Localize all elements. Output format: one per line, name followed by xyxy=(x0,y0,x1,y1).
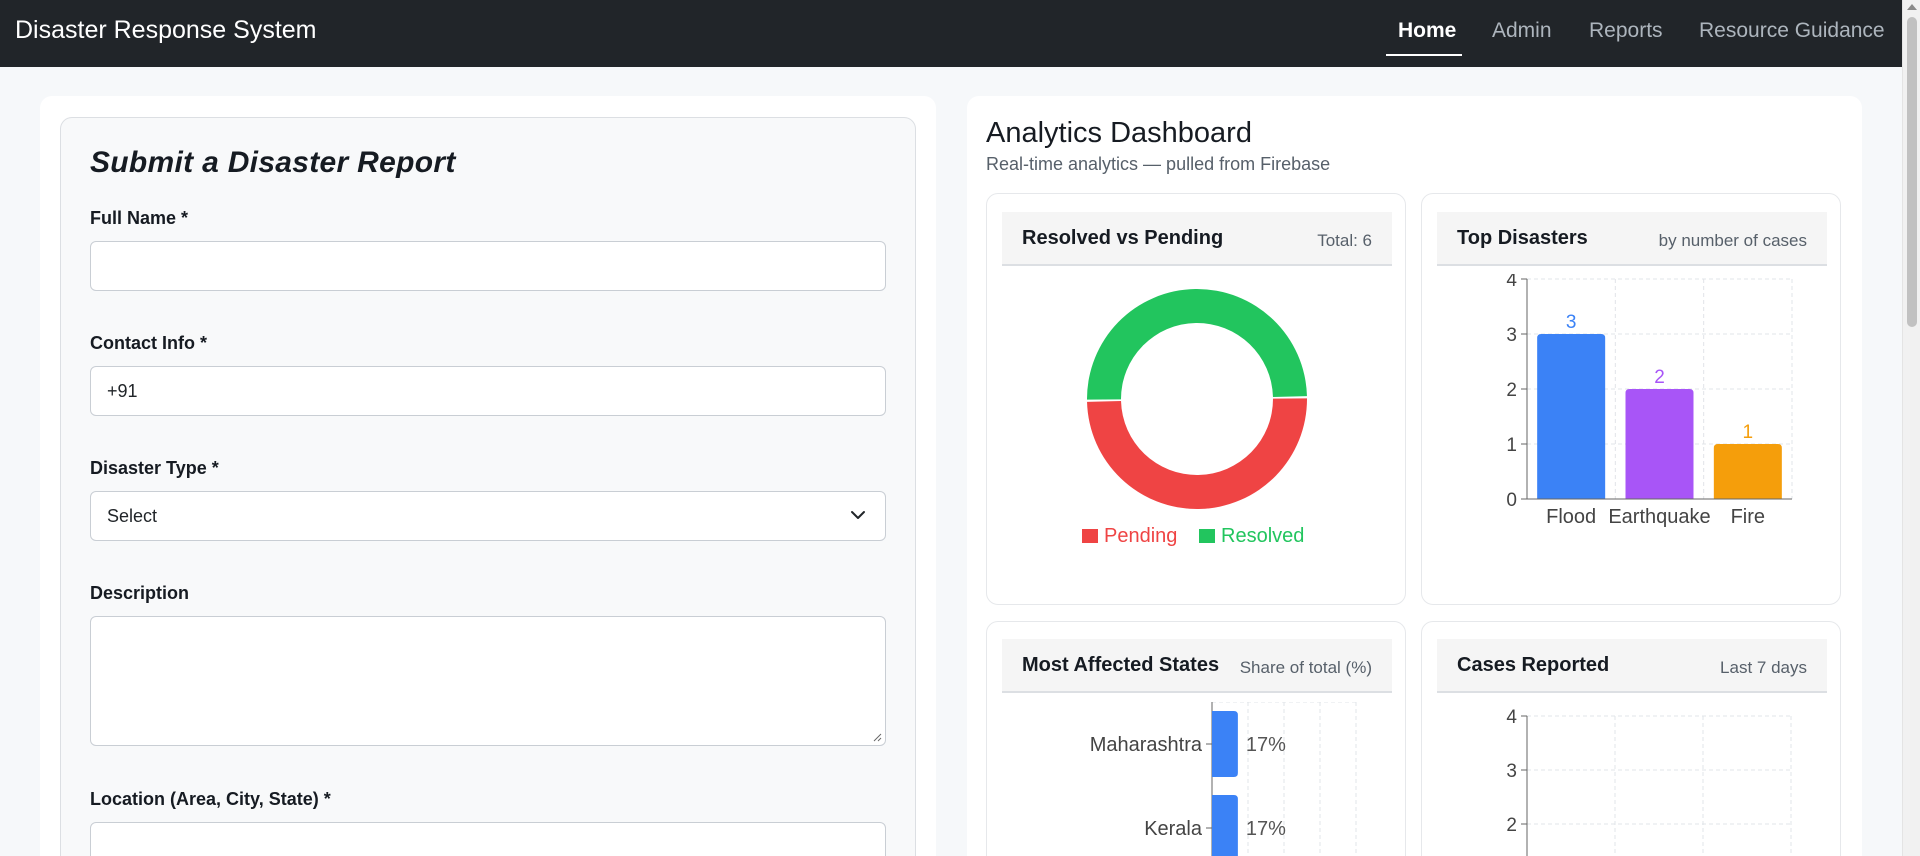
resize-grip-icon[interactable] xyxy=(873,733,882,742)
scroll-up-icon[interactable] xyxy=(1907,4,1917,10)
resolved-pending-card: Resolved vs Pending Total: 6 Pending Reso… xyxy=(986,193,1406,605)
bar-maharashtra xyxy=(1212,711,1238,777)
top-disasters-subtitle: by number of cases xyxy=(1658,231,1807,250)
tick-label-y-1: 1 xyxy=(1506,435,1517,456)
full-name-label: Full Name * xyxy=(90,208,189,228)
resolved-pending-header: Resolved vs Pending Total: 6 xyxy=(1002,212,1392,266)
donut-slice-resolved xyxy=(1087,289,1307,400)
bar-earthquake xyxy=(1625,389,1694,499)
bar-fire xyxy=(1713,444,1782,499)
nav-link-resource-guidance[interactable]: Resource Guidance xyxy=(1699,19,1885,43)
data-label-kerala: 17% xyxy=(1246,818,1286,840)
tick-label-y-0: 0 xyxy=(1506,490,1517,511)
affected-states-header: Most Affected States Share of total (%) xyxy=(1002,639,1392,693)
data-label-maharashtra: 17% xyxy=(1246,734,1286,756)
legend-label-resolved: Resolved xyxy=(1221,525,1304,547)
dashboard-title: Analytics Dashboard xyxy=(986,117,1252,149)
tick-label-y-4: 4 xyxy=(1506,707,1517,728)
cases-reported-header: Cases Reported Last 7 days xyxy=(1437,639,1827,693)
data-label-earthquake: 2 xyxy=(1654,367,1665,388)
full-name-input[interactable] xyxy=(90,241,886,291)
donut-slice-pending xyxy=(1087,398,1307,509)
cases-reported-line-chart: 4 3 2 xyxy=(1506,707,1792,856)
legend-swatch-resolved xyxy=(1199,529,1215,543)
legend-swatch-pending xyxy=(1082,529,1098,543)
resolved-pending-total: Total: 6 xyxy=(1317,231,1372,250)
contact-info-label: Contact Info * xyxy=(90,333,207,353)
tick-label-y-kerala: Kerala xyxy=(1144,818,1203,840)
bar-kerala xyxy=(1212,795,1238,856)
dashboard-subtitle: Real-time analytics — pulled from Fireba… xyxy=(986,154,1331,174)
chevron-down-icon xyxy=(851,511,865,519)
nav-active-indicator xyxy=(1386,54,1462,56)
resolved-pending-title: Resolved vs Pending xyxy=(1022,227,1224,249)
page-scrollbar[interactable] xyxy=(1902,0,1920,856)
bar-flood xyxy=(1537,334,1606,499)
tick-label-y-4: 4 xyxy=(1506,274,1517,291)
tick-label-y-2: 2 xyxy=(1506,815,1517,836)
scrollbar-thumb[interactable] xyxy=(1907,17,1917,327)
data-label-fire: 1 xyxy=(1743,422,1754,443)
top-disasters-bar-chart: 0 1 2 3 4 3 Flood 2 Earthquake 1 Fire xyxy=(1506,274,1793,528)
top-disasters-header: Top Disasters by number of cases xyxy=(1437,212,1827,266)
brand-title[interactable]: Disaster Response System xyxy=(15,16,317,45)
cases-reported-subtitle: Last 7 days xyxy=(1720,658,1807,677)
tick-label-y-2: 2 xyxy=(1506,380,1517,401)
disaster-type-selected-value: Select xyxy=(107,506,158,526)
contact-info-input[interactable]: +91 xyxy=(90,366,886,416)
tick-label-y-3: 3 xyxy=(1506,761,1517,782)
resolved-pending-donut-chart: Pending Resolved xyxy=(1082,289,1307,547)
nav-link-home[interactable]: Home xyxy=(1398,19,1456,43)
data-label-flood: 3 xyxy=(1566,312,1577,333)
tick-label-x-fire: Fire xyxy=(1731,506,1765,528)
tick-label-y-maharashtra: Maharashtra xyxy=(1090,734,1203,756)
description-textarea[interactable] xyxy=(90,616,886,746)
nav-link-reports[interactable]: Reports xyxy=(1589,19,1663,43)
affected-states-card: Most Affected States Share of total (%) … xyxy=(986,621,1406,856)
legend-label-pending: Pending xyxy=(1104,525,1177,547)
affected-states-subtitle: Share of total (%) xyxy=(1239,658,1372,677)
tick-label-y-3: 3 xyxy=(1506,325,1517,346)
tick-label-x-flood: Flood xyxy=(1546,506,1596,528)
affected-states-hbar-chart: Maharashtra 17% Kerala 17% xyxy=(1090,702,1357,856)
location-label: Location (Area, City, State) * xyxy=(90,789,331,809)
tick-label-x-earthquake: Earthquake xyxy=(1608,506,1710,528)
description-label: Description xyxy=(90,583,190,603)
top-disasters-card: Top Disasters by number of cases 0 1 2 3 4 3 F… xyxy=(1421,193,1841,605)
cases-reported-card: Cases Reported Last 7 days 4 3 2 xyxy=(1421,621,1841,856)
disaster-type-select[interactable]: Select xyxy=(90,491,886,541)
top-navbar: Disaster Response System Home Admin Repo… xyxy=(0,0,1902,67)
affected-states-title: Most Affected States xyxy=(1022,654,1220,676)
form-title: Submit a Disaster Report xyxy=(90,146,456,179)
disaster-type-label: Disaster Type * xyxy=(90,458,219,478)
cases-reported-title: Cases Reported xyxy=(1457,654,1610,676)
nav-link-admin[interactable]: Admin xyxy=(1492,19,1552,43)
top-disasters-title: Top Disasters xyxy=(1457,227,1588,249)
location-input[interactable] xyxy=(90,822,886,856)
